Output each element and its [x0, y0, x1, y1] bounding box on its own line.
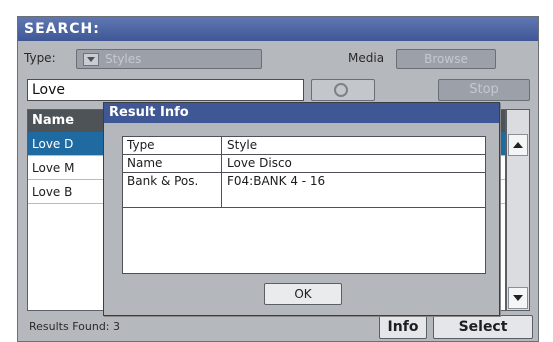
dialog-title: Result Info — [104, 103, 499, 123]
info-row-type: Type Style — [123, 137, 485, 155]
type-value: Styles — [105, 52, 142, 66]
search-input[interactable]: Love — [27, 79, 304, 101]
info-button[interactable]: Info — [379, 315, 427, 339]
search-button[interactable] — [311, 79, 375, 101]
info-key: Name — [127, 156, 163, 170]
info-value: Love Disco — [227, 156, 292, 170]
search-window: SEARCH: Type: Styles Media Browse Love S… — [17, 16, 539, 342]
info-row-bank-pos: Bank & Pos. F04:BANK 4 - 16 — [123, 173, 485, 208]
info-row-name: Name Love Disco — [123, 155, 485, 173]
results-found-text: Results Found: 3 — [29, 320, 121, 333]
dropdown-arrow-icon[interactable] — [83, 53, 99, 66]
info-key: Bank & Pos. — [127, 174, 199, 188]
type-label: Type: — [24, 51, 56, 65]
media-label: Media — [348, 51, 385, 65]
info-value: F04:BANK 4 - 16 — [227, 174, 326, 188]
search-icon — [334, 83, 348, 97]
stop-button[interactable]: Stop — [438, 79, 530, 101]
scroll-up-icon[interactable] — [508, 134, 528, 156]
ok-button[interactable]: OK — [264, 283, 342, 305]
browse-button[interactable]: Browse — [396, 49, 496, 69]
scroll-down-icon[interactable] — [508, 287, 528, 309]
info-key: Type — [127, 138, 155, 152]
type-select[interactable]: Styles — [76, 49, 262, 69]
info-value: Style — [227, 138, 258, 152]
info-table: Type Style Name Love Disco Bank & Pos. F… — [122, 136, 486, 274]
select-button[interactable]: Select — [433, 315, 533, 339]
scrollbar[interactable] — [506, 109, 530, 311]
window-title: SEARCH: — [18, 17, 538, 41]
result-info-dialog: Result Info Type Style Name Love Disco B… — [103, 102, 500, 316]
